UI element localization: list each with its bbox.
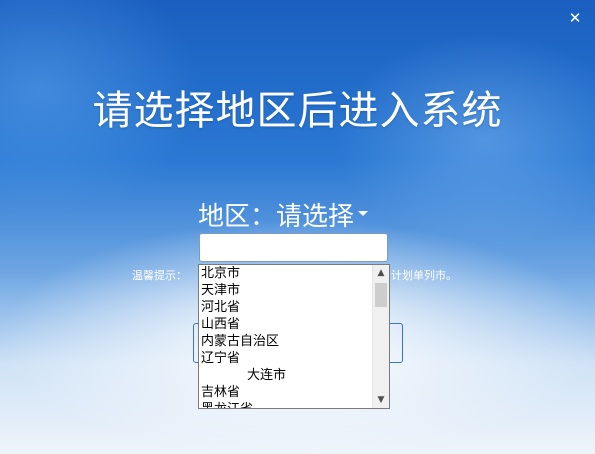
region-selector[interactable]: 地区：请选择 [198, 196, 369, 233]
dropdown-option[interactable]: 山西省 [199, 316, 373, 333]
dropdown-option[interactable]: 大连市 [199, 367, 373, 384]
dropdown-options: 北京市天津市河北省山西省内蒙古自治区辽宁省大连市吉林省黑龙江省 [199, 265, 373, 408]
dropdown-option[interactable]: 吉林省 [199, 384, 373, 401]
region-dropdown-list[interactable]: 北京市天津市河北省山西省内蒙古自治区辽宁省大连市吉林省黑龙江省 ▲ ▼ [198, 264, 390, 409]
tip-suffix: 计划单列市。 [391, 269, 457, 282]
dropdown-option[interactable]: 内蒙古自治区 [199, 333, 373, 350]
region-select-text[interactable]: 请选择 [276, 202, 354, 232]
scroll-thumb[interactable] [375, 283, 387, 307]
dropdown-option[interactable]: 辽宁省 [199, 350, 373, 367]
dropdown-option[interactable]: 河北省 [199, 299, 373, 316]
dropdown-option[interactable]: 天津市 [199, 282, 373, 299]
scroll-down-icon[interactable]: ▼ [373, 392, 389, 408]
close-icon[interactable]: ✕ [567, 10, 583, 26]
background-glow-right [335, 30, 595, 250]
caret-down-icon[interactable] [358, 211, 369, 216]
region-select-window: ✕ 请选择地区后进入系统 地区：请选择 温馨提示： 计划单列市。 北京市 天津市河… [0, 0, 595, 454]
region-search-input[interactable] [199, 233, 388, 262]
dropdown-option[interactable]: 黑龙江省 [199, 401, 373, 408]
scroll-up-icon[interactable]: ▲ [373, 265, 389, 281]
dropdown-scrollbar[interactable]: ▲ ▼ [372, 265, 389, 408]
region-label: 地区： [198, 202, 277, 232]
tip-prefix: 温馨提示： [132, 269, 187, 282]
page-title: 请选择地区后进入系统 [92, 88, 503, 134]
dropdown-option[interactable]: 北京市 [199, 265, 373, 282]
